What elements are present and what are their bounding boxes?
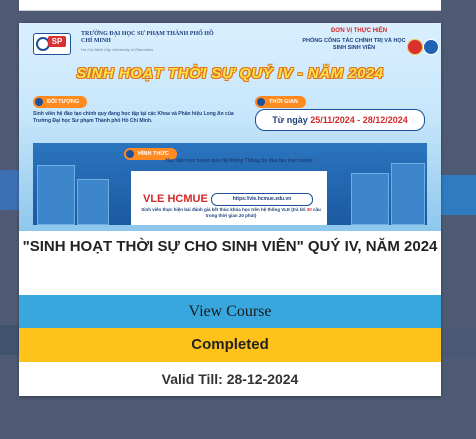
- logo-text: SP: [48, 36, 66, 47]
- previous-course-card: [19, 0, 441, 11]
- clock-icon: [257, 98, 265, 106]
- audience-tag: ĐỐI TƯỢNG: [33, 96, 88, 108]
- users-icon: [35, 98, 43, 106]
- youth-union-badge-icon: [423, 39, 439, 55]
- vle-desc-prefix: Sinh viên thực hiện bài đánh giá kết thú…: [141, 207, 307, 212]
- vle-url: https://vle.hcmue.edu.vn: [211, 193, 313, 206]
- method-tag-label: HÌNH THỨC: [138, 151, 169, 157]
- building-icon: [391, 163, 425, 225]
- building-icon: [351, 173, 389, 225]
- university-name: TRƯỜNG ĐẠI HỌC SƯ PHẠM THÀNH PHỐ HỒ CHÍ …: [81, 31, 214, 44]
- time-tag: THỜI GIAN: [255, 96, 306, 108]
- course-title: "SINH HOẠT THỜI SỰ CHO SINH VIÊN" QUÝ IV…: [22, 238, 438, 255]
- method-text: Học tập trực tuyến qua Hệ thống Thông ti…: [165, 158, 313, 164]
- audience-tag-label: ĐỐI TƯỢNG: [47, 99, 80, 105]
- university-logo: SP: [33, 33, 71, 55]
- university-subtitle: Ho Chi Minh City University of Education: [81, 47, 154, 52]
- completion-status: Completed: [19, 328, 441, 362]
- adjacent-card-right: [441, 175, 476, 215]
- valid-till-text: Valid Till: 28-12-2024: [161, 371, 299, 387]
- laptop-icon: [126, 150, 134, 158]
- building-icon: [37, 165, 75, 225]
- adjacent-card-left-button: [0, 325, 19, 355]
- adjacent-card-left: [0, 170, 19, 210]
- organizer-name: PHÒNG CÔNG TÁC CHÍNH TRỊ VÀ HỌC SINH SIN…: [302, 38, 406, 51]
- course-banner-image[interactable]: SP TRƯỜNG ĐẠI HỌC SƯ PHẠM THÀNH PHỐ HỒ C…: [19, 23, 441, 231]
- date-range: 25/11/2024 - 28/12/2024: [310, 115, 408, 125]
- vle-title: VLE HCMUE: [143, 193, 208, 205]
- organizer-label: ĐƠN VỊ THỰC HIỆN: [330, 28, 388, 34]
- party-badge-icon: [407, 39, 423, 55]
- view-course-button[interactable]: View Course: [19, 295, 441, 328]
- date-prefix: Từ ngày: [272, 115, 311, 125]
- audience-text: Sinh viên hệ đào tạo chính quy đang học …: [33, 111, 234, 124]
- date-range-box: Từ ngày 25/11/2024 - 28/12/2024: [255, 109, 425, 131]
- building-icon: [77, 179, 109, 225]
- adjacent-card-right-button: [441, 327, 476, 357]
- course-card: SP TRƯỜNG ĐẠI HỌC SƯ PHẠM THÀNH PHỐ HỒ C…: [19, 23, 441, 396]
- time-tag-label: THỜI GIAN: [269, 99, 298, 105]
- banner-headline: SINH HOẠT THỜI SỰ QUÝ IV - NĂM 2024: [76, 65, 384, 82]
- vle-description: Sinh viên thực hiện bài đánh giá kết thú…: [137, 207, 325, 219]
